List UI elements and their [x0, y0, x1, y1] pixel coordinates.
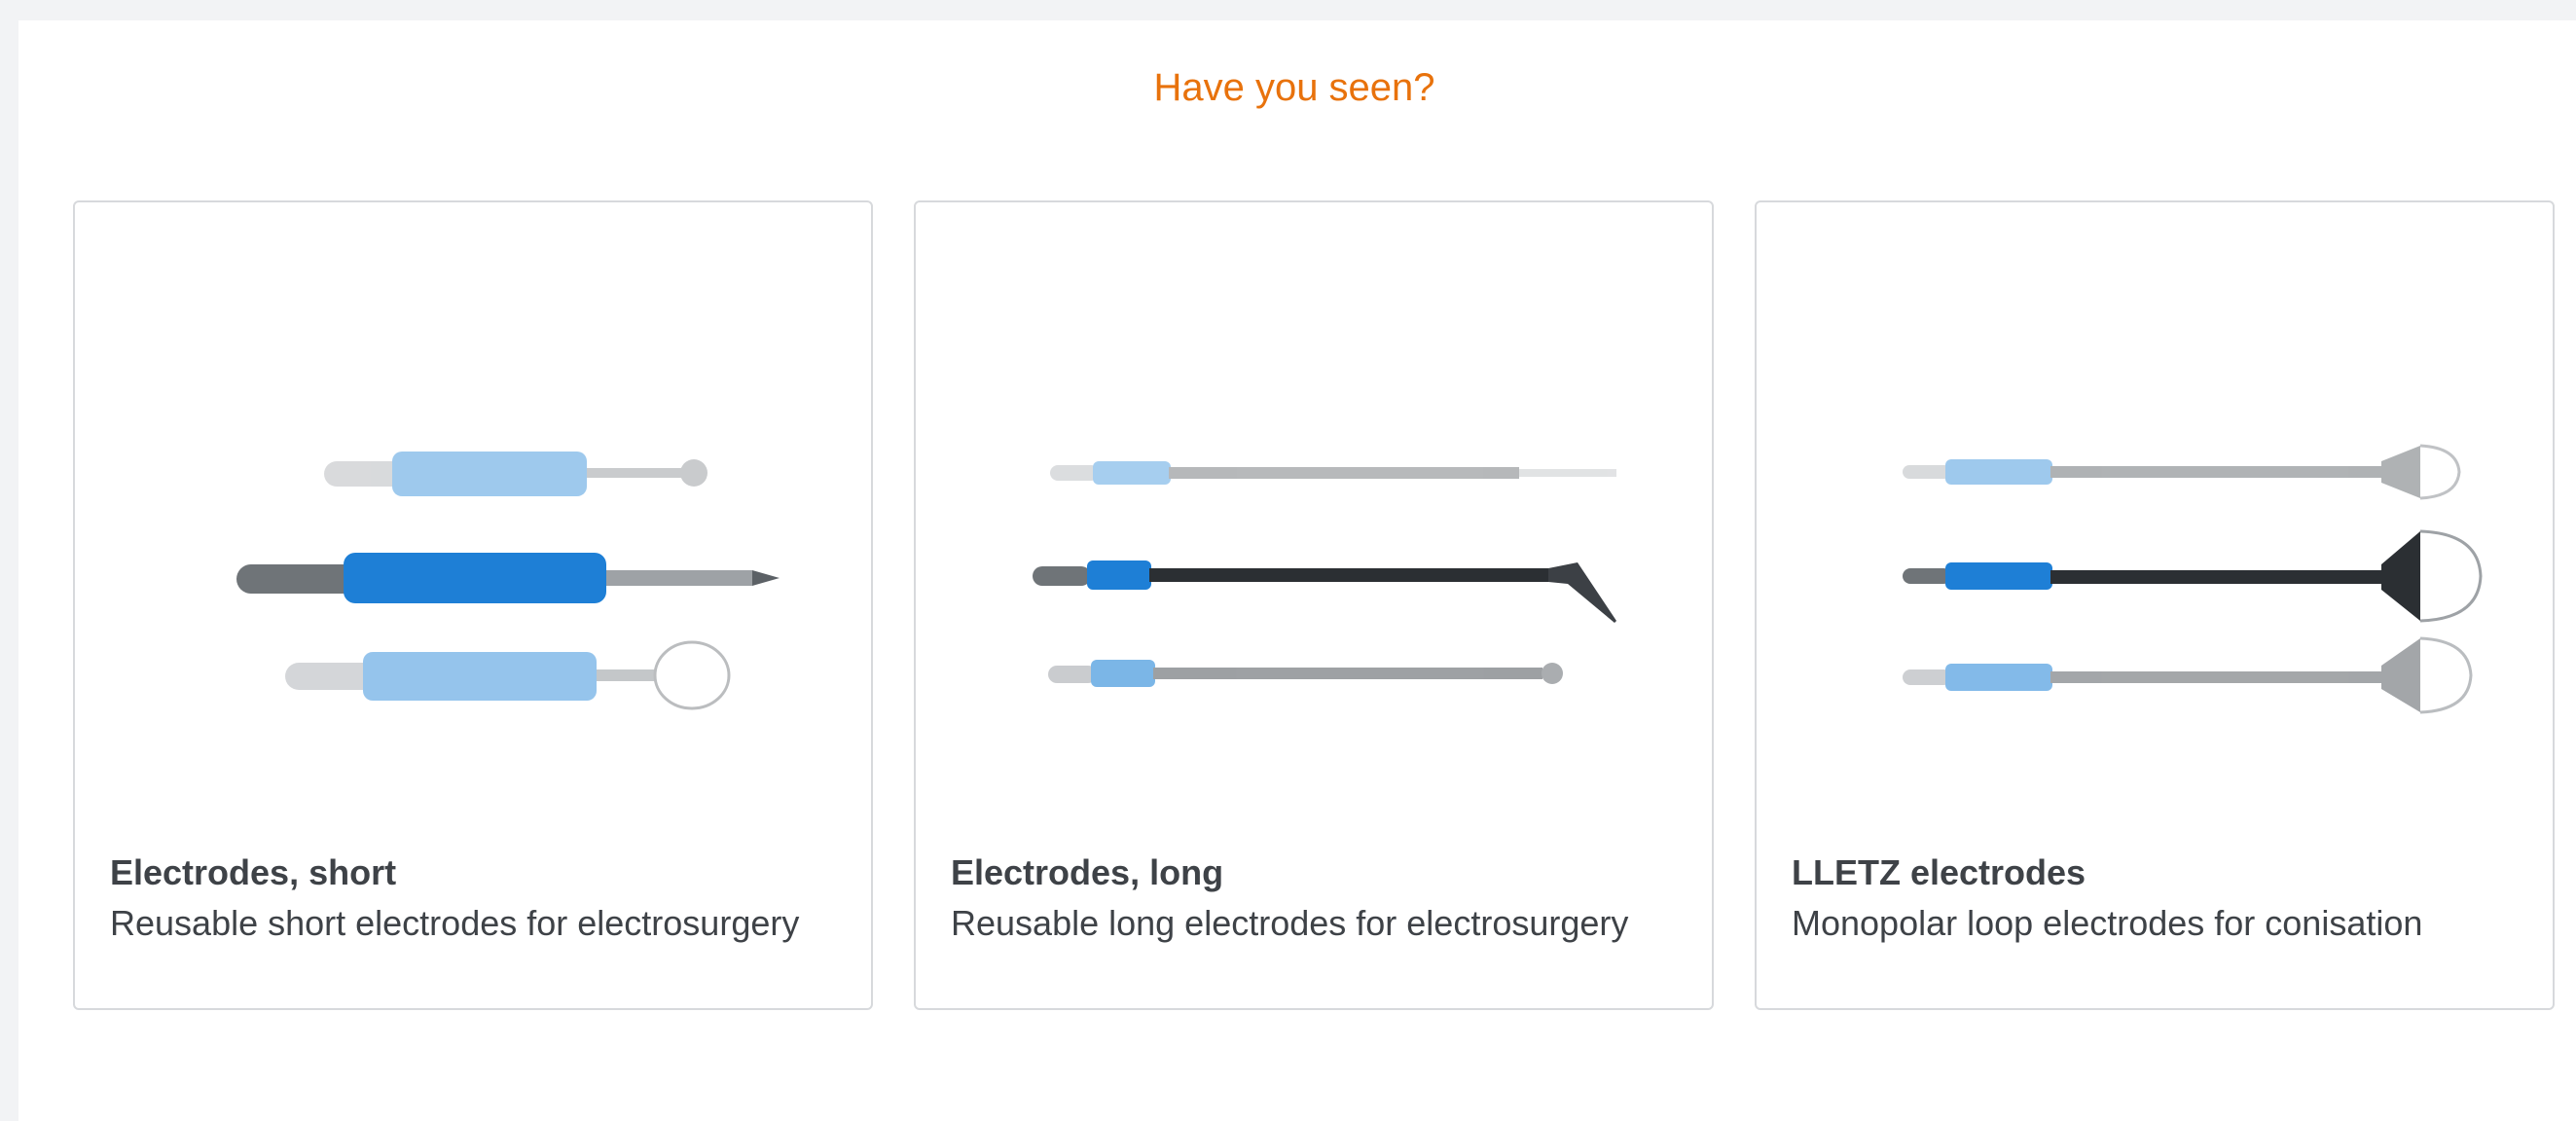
lletz-electrodes-image: [1825, 271, 2486, 815]
product-card-electrodes-long[interactable]: Electrodes, long Reusable long electrode…: [914, 200, 1714, 1010]
product-card-electrodes-short[interactable]: Electrodes, short Reusable short electro…: [73, 200, 873, 1010]
card-title: Electrodes, long: [951, 852, 1224, 892]
card-description: Reusable long electrodes for electrosurg…: [951, 903, 1629, 943]
card-title: Electrodes, short: [110, 852, 397, 892]
short-electrodes-image: [143, 271, 805, 815]
product-card-lletz-electrodes[interactable]: LLETZ electrodes Monopolar loop electrod…: [1755, 200, 2555, 1010]
section-heading: Have you seen?: [1153, 66, 1435, 109]
card-description: Reusable short electrodes for electrosur…: [110, 903, 800, 943]
card-description: Monopolar loop electrodes for conisation: [1792, 903, 2423, 943]
card-title: LLETZ electrodes: [1792, 852, 2086, 892]
long-electrodes-image: [984, 271, 1646, 815]
